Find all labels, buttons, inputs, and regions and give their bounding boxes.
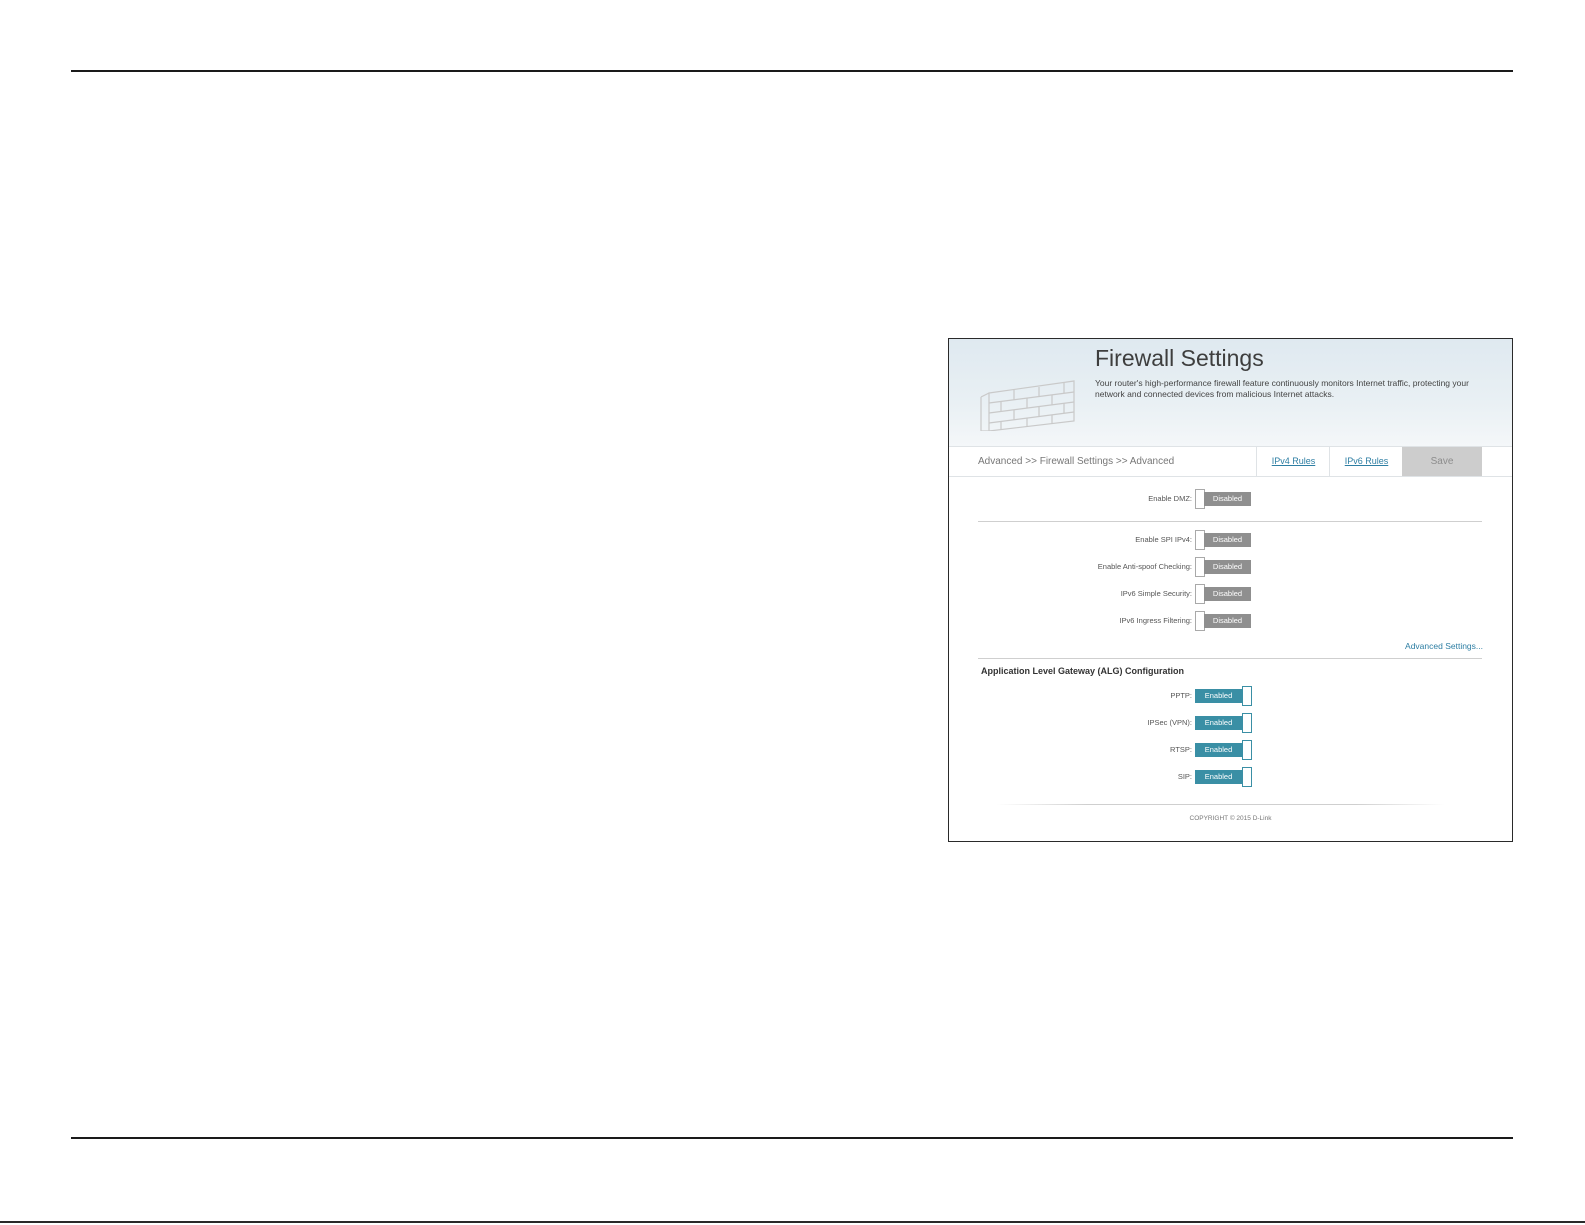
toggle-knob [1242, 740, 1252, 760]
toggle-state: Enabled [1195, 770, 1242, 784]
ipv4-rules-link[interactable]: IPv4 Rules [1256, 447, 1330, 476]
sip-label: SIP: [1177, 772, 1192, 781]
pptp-label: PPTP: [1170, 691, 1192, 700]
toggle-state: Enabled [1195, 743, 1242, 757]
ipv6-ingress-filtering-label: IPv6 Ingress Filtering: [1119, 616, 1192, 625]
alg-row-sip: SIP: Enabled [949, 767, 1512, 787]
section-divider [978, 521, 1482, 522]
footer-divider [997, 804, 1445, 805]
toggle-knob [1242, 686, 1252, 706]
top-rule [71, 70, 1513, 72]
alg-row-rtsp: RTSP: Enabled [949, 740, 1512, 760]
setting-row-spi-ipv4: Enable SPI IPv4: Disabled [949, 530, 1512, 550]
ipv6-rules-link[interactable]: IPv6 Rules [1329, 447, 1403, 476]
toggle-state: Disabled [1204, 492, 1251, 506]
bottom-rule [71, 1137, 1513, 1139]
alg-row-pptp: PPTP: Enabled [949, 686, 1512, 706]
section-divider [978, 658, 1482, 659]
toggle-knob [1242, 713, 1252, 733]
save-button[interactable]: Save [1402, 447, 1482, 476]
toggle-state: Disabled [1204, 533, 1251, 547]
toggle-state: Disabled [1204, 560, 1251, 574]
ipsec-toggle[interactable]: Enabled [1195, 713, 1252, 733]
dmz-label: Enable DMZ: [1148, 494, 1192, 503]
page-title: Firewall Settings [1095, 345, 1264, 371]
copyright-text: COPYRIGHT © 2015 D-Link [1189, 815, 1272, 822]
setting-row-ipv6-simple-security: IPv6 Simple Security: Disabled [949, 584, 1512, 604]
sip-toggle[interactable]: Enabled [1195, 767, 1252, 787]
ipv6-ingress-filtering-toggle[interactable]: Disabled [1195, 611, 1251, 631]
breadcrumb: Advanced >> Firewall Settings >> Advance… [978, 456, 1175, 467]
page-description: Your router's high-performance firewall … [1095, 378, 1469, 399]
setting-row-anti-spoof: Enable Anti-spoof Checking: Disabled [949, 557, 1512, 577]
toggle-state: Disabled [1204, 614, 1251, 628]
ipsec-label: IPSec (VPN): [1147, 718, 1192, 727]
ipv6-simple-security-toggle[interactable]: Disabled [1195, 584, 1251, 604]
firewall-settings-panel: Firewall Settings Your router's high-per… [948, 338, 1513, 842]
dmz-toggle[interactable]: Disabled [1195, 489, 1251, 509]
setting-row-ipv6-ingress-filtering: IPv6 Ingress Filtering: Disabled [949, 611, 1512, 631]
rtsp-toggle[interactable]: Enabled [1195, 740, 1252, 760]
spi-ipv4-label: Enable SPI IPv4: [1135, 535, 1192, 544]
toggle-knob [1242, 767, 1252, 787]
alg-section-heading: Application Level Gateway (ALG) Configur… [981, 666, 1185, 676]
setting-row-dmz: Enable DMZ: Disabled [949, 489, 1512, 509]
toggle-state: Disabled [1204, 587, 1251, 601]
spi-ipv4-toggle[interactable]: Disabled [1195, 530, 1251, 550]
pptp-toggle[interactable]: Enabled [1195, 686, 1252, 706]
anti-spoof-label: Enable Anti-spoof Checking: [1097, 562, 1192, 571]
header-banner: Firewall Settings Your router's high-per… [949, 339, 1512, 446]
rtsp-label: RTSP: [1170, 745, 1192, 754]
alg-row-ipsec: IPSec (VPN): Enabled [949, 713, 1512, 733]
advanced-settings-link[interactable]: Advanced Settings... [1405, 641, 1483, 651]
page-edge-bar [0, 1221, 1585, 1223]
ipv6-simple-security-label: IPv6 Simple Security: [1120, 589, 1192, 598]
brick-wall-icon [980, 380, 1075, 431]
toggle-state: Enabled [1195, 716, 1242, 730]
nav-bar: Advanced >> Firewall Settings >> Advance… [949, 446, 1512, 477]
anti-spoof-toggle[interactable]: Disabled [1195, 557, 1251, 577]
toggle-state: Enabled [1195, 689, 1242, 703]
